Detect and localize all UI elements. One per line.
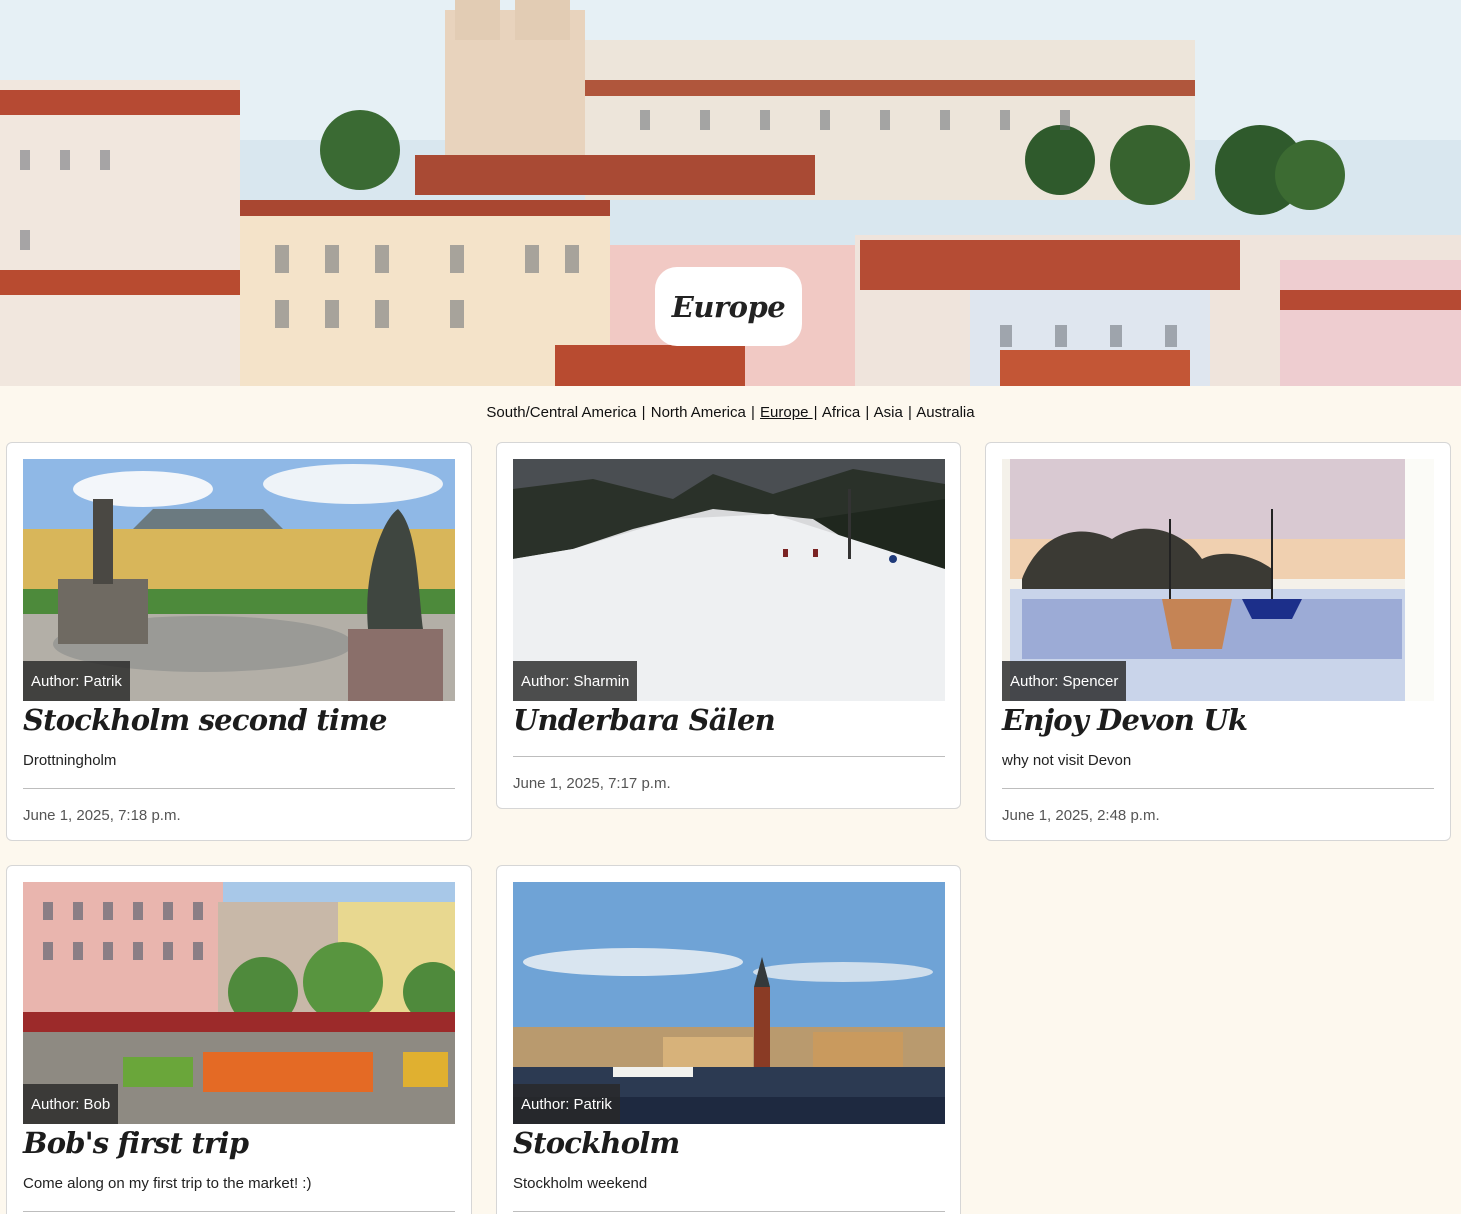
divider [23,1211,455,1212]
post-title[interactable]: Enjoy Devon Uk [1002,703,1248,737]
post-title[interactable]: Stockholm [513,1126,680,1160]
author-badge: Author: Sharmin [513,661,638,701]
post-date: June 1, 2025, 7:17 p.m. [513,775,671,792]
post-title[interactable]: Stockholm second time [23,703,387,737]
region-link-asia[interactable]: Asia [874,404,903,421]
post-image[interactable]: Author: Patrik [23,459,455,701]
hero-title-box: Europe [655,267,802,346]
author-badge: Author: Spencer [1002,661,1127,701]
divider [513,756,945,757]
post-image[interactable]: Author: Bob [23,882,455,1124]
post-date: June 1, 2025, 2:48 p.m. [1002,807,1160,824]
post-title[interactable]: Bob's first trip [23,1126,249,1160]
nav-separator: | [641,404,646,421]
post-excerpt: why not visit Devon [1002,752,1132,769]
post-excerpt: Stockholm weekend [513,1175,648,1192]
author-badge: Author: Bob [23,1084,119,1124]
region-link-north-america[interactable]: North America [651,404,746,421]
divider [1002,788,1434,789]
post-image[interactable]: Author: Spencer [1002,459,1434,701]
post-date: June 1, 2025, 7:18 p.m. [23,807,181,824]
nav-separator: | [907,404,912,421]
post-card[interactable]: Author: Patrik Stockholm second time Dro… [6,442,472,841]
author-badge: Author: Patrik [513,1084,620,1124]
hero-banner: Europe [0,0,1461,386]
region-link-south-central-america[interactable]: South/Central America [486,404,636,421]
nav-separator: | [865,404,870,421]
post-card[interactable]: Author: Sharmin Underbara Sälen June 1, … [496,442,961,809]
post-excerpt: Drottningholm [23,752,117,769]
post-card[interactable]: Author: Bob Bob's first trip Come along … [6,865,472,1214]
region-nav: South/Central America | North America | … [0,404,1461,421]
page-title: Europe [671,289,786,324]
region-link-australia[interactable]: Australia [916,404,974,421]
region-link-europe[interactable]: Europe [760,404,813,421]
region-link-africa[interactable]: Africa [822,404,860,421]
divider [513,1211,945,1212]
nav-separator: | [813,404,818,421]
post-card[interactable]: Author: Patrik Stockholm Stockholm weeke… [496,865,961,1214]
post-title[interactable]: Underbara Sälen [513,703,776,737]
divider [23,788,455,789]
post-excerpt: Come along on my first trip to the marke… [23,1175,312,1192]
author-badge: Author: Patrik [23,661,130,701]
post-card[interactable]: Author: Spencer Enjoy Devon Uk why not v… [985,442,1451,841]
nav-separator: | [750,404,755,421]
post-image[interactable]: Author: Patrik [513,882,945,1124]
post-image[interactable]: Author: Sharmin [513,459,945,701]
